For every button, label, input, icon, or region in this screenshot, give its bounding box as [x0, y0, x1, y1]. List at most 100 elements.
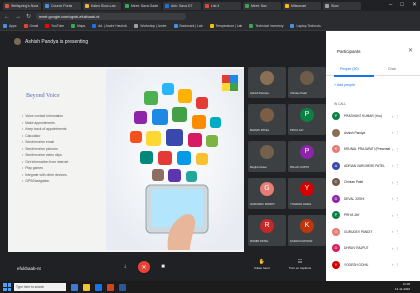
bookmark-item[interactable]: Workshop | Andre [134, 24, 167, 28]
participant-tile[interactable]: Chintan Patel [288, 67, 326, 98]
file-explorer-icon[interactable] [83, 283, 90, 291]
tab-favicon-icon [165, 3, 169, 8]
bookmark-item[interactable]: Maps [71, 24, 85, 28]
more-options-icon[interactable]: ⋮ [395, 147, 399, 152]
participant-row[interactable]: A ADRIAN VARGHESE PATEL ‹ ⋮ [332, 159, 418, 173]
participant-row[interactable]: C Chintan Patel ‹ ⋮ [332, 175, 418, 189]
more-options-icon[interactable]: ⋮ [395, 229, 399, 234]
more-options-icon[interactable]: ⋮ [395, 213, 399, 218]
bookmark-label: Laptop Technolo. [296, 24, 322, 28]
participant-tile[interactable]: G GURUDEV PANDIT [248, 178, 286, 209]
windows-start-icon[interactable] [3, 283, 11, 291]
close-icon[interactable]: ✕ [412, 2, 417, 8]
participant-row[interactable]: D DEVAL JOSHI ‹ ⋮ [332, 192, 418, 206]
participant-row[interactable]: Ashish Pandya ‹ ⋮ [332, 126, 418, 140]
url-text: meet.google.com/cgwb-efukbaab-nt [39, 14, 100, 19]
bookmark-item[interactable]: Ad. | Andre Heuristi. [92, 24, 127, 28]
pin-icon[interactable]: ‹ [392, 246, 393, 251]
minimize-icon[interactable]: – [389, 2, 392, 8]
powerpoint-icon[interactable] [107, 283, 114, 291]
control-icon: ✋ [258, 259, 266, 265]
participant-row[interactable]: K KRUNAL PRAJAPATI (Presentation)‹⋮ [332, 142, 418, 156]
participant-row[interactable]: D DHRUV RAJPUT ‹ ⋮ [332, 241, 418, 255]
tab-people[interactable]: People (30) [340, 67, 359, 71]
presenting-banner: Ashish Pandya is presenting [14, 38, 88, 45]
participant-tile[interactable]: Megha Desai [248, 141, 286, 172]
participant-tile[interactable]: R ROMIR PATEL [248, 215, 286, 246]
bookmark-item[interactable]: Apps [3, 24, 17, 28]
pin-icon[interactable]: ‹ [392, 130, 393, 135]
participant-tile[interactable]: K KARAN KAPOOR [288, 215, 326, 246]
meet-side-control[interactable]: ☷ Turn on captions [280, 258, 320, 270]
bookmark-item[interactable]: Bookmark | Lab [173, 24, 203, 28]
taskbar-clock: 11:08 13-11-2020 [395, 282, 410, 291]
screen: Wellspring's Nora Course Portal Kaleo Slow… [0, 0, 420, 293]
bookmark-item[interactable]: Gmail [23, 24, 38, 28]
participant-row-name: DEVAL JOSHI [344, 196, 365, 201]
back-icon[interactable]: ← [4, 14, 10, 20]
task-view-icon[interactable] [71, 283, 78, 291]
word-icon[interactable] [119, 283, 126, 291]
bookmark-item[interactable]: Technical Inventory [249, 24, 283, 28]
bookmark-item[interactable]: YouTube [45, 24, 64, 28]
browser-tab[interactable]: Adv: Sava DT [163, 1, 201, 10]
participant-row[interactable]: G GURUDEV PANDIT ‹ ⋮ [332, 225, 418, 239]
more-options-icon[interactable]: ⋮ [395, 180, 399, 185]
pin-icon[interactable]: ‹ [392, 163, 393, 168]
bookmark-item[interactable]: Laptop Technolo. [290, 24, 322, 28]
pin-icon[interactable]: ‹ [392, 229, 393, 234]
participant-row[interactable]: P PRIYA JAY ‹ ⋮ [332, 208, 418, 222]
participant-tile[interactable]: BHAVIK PATEL [248, 104, 286, 135]
slide-bullet-list: Voice contact informationMake appointmen… [22, 113, 68, 185]
participant-tile[interactable]: Ashish Pandya [248, 67, 286, 98]
more-options-icon[interactable]: ⋮ [395, 130, 399, 135]
pin-icon[interactable]: ‹ [392, 180, 393, 185]
in-call-section-label: IN CALL [334, 102, 347, 106]
chrome-icon[interactable] [95, 283, 102, 291]
tab-chat[interactable]: Chat [388, 67, 396, 71]
pin-icon[interactable]: ‹ [392, 262, 393, 267]
control-label: Raise hand [254, 266, 270, 270]
add-people-button[interactable]: + Add people [334, 83, 355, 87]
close-panel-icon[interactable]: ✕ [408, 47, 413, 54]
browser-tab[interactable]: Wellspring's Nora [3, 1, 41, 10]
participant-avatar [260, 108, 274, 122]
browser-tab[interactable]: Mitsomart [283, 1, 321, 10]
tab-favicon-icon [325, 3, 329, 8]
browser-tab[interactable]: Meet: Sav [243, 1, 281, 10]
reload-icon[interactable]: ↻ [26, 14, 31, 20]
microphone-icon: ↓ [123, 264, 127, 270]
browser-tab[interactable]: Course Portal [43, 1, 81, 10]
browser-tab[interactable]: Slow [323, 1, 361, 10]
participant-tile[interactable]: Y YOGESH GOHIL [288, 178, 326, 209]
bookmark-label: Workshop | Andre [140, 24, 167, 28]
maximize-icon[interactable]: □ [400, 2, 404, 8]
taskbar-search-box[interactable]: Type here to search [14, 283, 66, 291]
participant-tile[interactable]: P PRIYA JAY [288, 104, 326, 135]
participant-row-avatar [332, 128, 340, 137]
camera-toggle-button[interactable]: ■ [157, 261, 169, 273]
forward-icon[interactable]: → [15, 14, 21, 20]
more-options-icon[interactable]: ⋮ [395, 262, 399, 267]
meet-side-control[interactable]: ✋ Raise hand [242, 258, 282, 270]
participant-tile[interactable]: P PALAK GUPTA [288, 141, 326, 172]
pin-icon[interactable]: ‹ [392, 114, 393, 119]
pin-icon[interactable]: ‹ [392, 147, 393, 152]
browser-tab[interactable]: Meet: Sava Gade [123, 1, 161, 10]
pin-icon[interactable]: ‹ [392, 196, 393, 201]
browser-tab[interactable]: List 4 [203, 1, 241, 10]
more-options-icon[interactable]: ⋮ [395, 246, 399, 251]
pin-icon[interactable]: ‹ [392, 213, 393, 218]
url-field[interactable]: meet.google.com/cgwb-efukbaab-nt [36, 13, 187, 20]
more-options-icon[interactable]: ⋮ [395, 196, 399, 201]
bookmark-label: Temperature | Lab [215, 24, 243, 28]
browser-tab[interactable]: Kaleo Slow-Lab [83, 1, 121, 10]
participant-row[interactable]: P PRASHANT KUMAR (You) ‹ ⋮ [332, 109, 418, 123]
bookmark-icon [71, 24, 76, 28]
mic-toggle-button[interactable]: ↓ [119, 261, 131, 273]
participant-row[interactable]: Y YOGESH GOHIL ‹ ⋮ [332, 258, 418, 272]
leave-call-button[interactable]: ✕ [138, 261, 150, 273]
more-options-icon[interactable]: ⋮ [395, 163, 399, 168]
bookmark-item[interactable]: Temperature | Lab [209, 24, 243, 28]
more-options-icon[interactable]: ⋮ [395, 114, 399, 119]
